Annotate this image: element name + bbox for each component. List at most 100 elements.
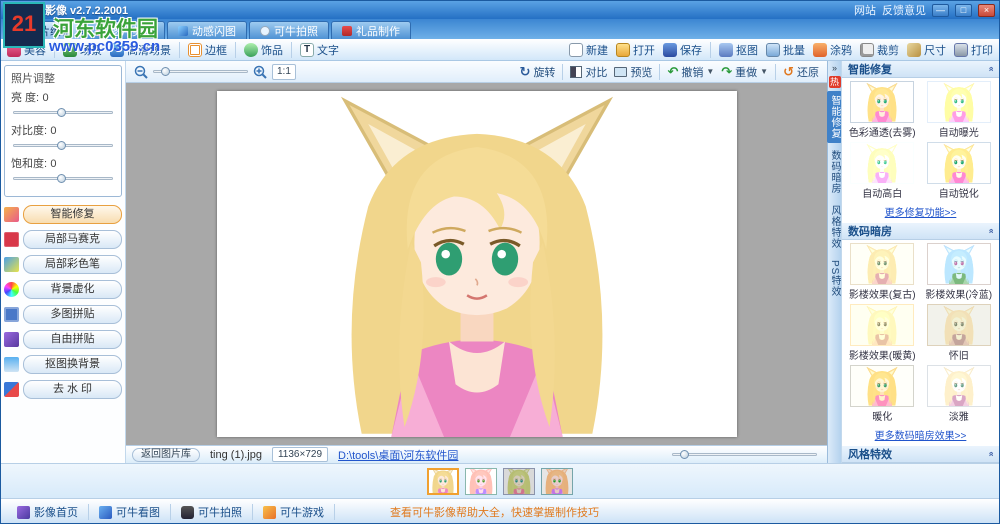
feedback-link[interactable]: 反馈意见 [882, 2, 926, 18]
games-link[interactable]: 可牛游戏 [253, 504, 335, 520]
undo-dropdown-icon[interactable]: ▼ [706, 67, 714, 76]
background-blur-button[interactable]: 背景虚化 [23, 280, 122, 299]
minimize-button[interactable]: — [932, 4, 949, 17]
contrast-slider-thumb[interactable] [57, 141, 66, 150]
beauty-label: 美容 [24, 42, 46, 58]
filmstrip-thumbnail-1[interactable] [427, 468, 459, 495]
save-button[interactable]: 保存 [663, 42, 702, 58]
compare-label: 对比 [585, 64, 607, 80]
canvas[interactable] [126, 83, 827, 445]
side-tab-darkroom[interactable]: 数码暗房 [827, 146, 842, 198]
cutout-change-bg-button[interactable]: 抠图换背景 [23, 355, 122, 374]
print-button[interactable]: 打印 [954, 42, 993, 58]
open-button[interactable]: 打开 [616, 42, 655, 58]
filmstrip-thumbnail-2[interactable] [465, 468, 497, 495]
chevron-up-icon[interactable]: » [985, 66, 995, 71]
file-path-link[interactable]: D:\tools\桌面\河东软件园 [338, 447, 458, 463]
text-button[interactable]: T文字 [300, 42, 339, 58]
multi-collage-button[interactable]: 多图拼贴 [23, 305, 122, 324]
effect-auto-exposure[interactable]: 自动曝光 [921, 81, 998, 139]
more-repair-link[interactable]: 更多修复功能>> [842, 204, 999, 219]
zoom-slider-thumb[interactable] [161, 67, 170, 76]
smart-repair-button[interactable]: 智能修复 [23, 205, 122, 224]
effect-auto-sharpen[interactable]: 自动锐化 [921, 142, 998, 200]
collapse-panel-icon[interactable]: » [832, 63, 837, 73]
remove-watermark-button[interactable]: 去 水 印 [23, 380, 122, 399]
scene-button[interactable]: 场景 [63, 42, 102, 58]
side-tab-ps-effects[interactable]: PS特效 [827, 256, 842, 301]
home-link[interactable]: 影像首页 [7, 504, 89, 520]
tab-photo-edit[interactable]: 图片编辑 [3, 21, 83, 39]
effect-studio-warmyellow[interactable]: 影楼效果(暖黄) [844, 304, 921, 362]
filmstrip-thumbnail-4[interactable] [541, 468, 573, 495]
redo-button[interactable]: ↷重做▼ [721, 64, 768, 80]
effect-studio-coolblue[interactable]: 影楼效果(冷蓝) [921, 243, 998, 301]
frame-button[interactable]: 边框 [188, 42, 227, 58]
camera-app-link[interactable]: 可牛拍照 [171, 504, 253, 520]
more-darkroom-link[interactable]: 更多数码暗房效果>> [842, 427, 999, 442]
separator [710, 42, 711, 58]
flash-gif-icon [178, 26, 188, 36]
back-to-library-button[interactable]: 返回图片库 [132, 448, 200, 462]
tab-flash-gif[interactable]: 动感闪图 [167, 21, 247, 39]
local-mosaic-button[interactable]: 局部马赛克 [23, 230, 122, 249]
close-button[interactable]: × [978, 4, 995, 17]
effect-auto-whiten[interactable]: 自动高白 [844, 142, 921, 200]
new-button[interactable]: 新建 [569, 42, 608, 58]
effect-studio-retro[interactable]: 影楼效果(复古) [844, 243, 921, 301]
decoration-button[interactable]: 饰品 [244, 42, 283, 58]
zoom-slider[interactable] [153, 70, 248, 73]
restore-button[interactable]: ↺还原 [783, 64, 819, 80]
app-logo-icon [5, 4, 17, 16]
tab-photo-beauty[interactable]: 图片美容 [85, 21, 165, 39]
website-link[interactable]: 网站 [854, 2, 876, 18]
crop-button[interactable]: 裁剪 [860, 42, 899, 58]
effect-clear-haze[interactable]: 色彩通透(去雾) [844, 81, 921, 139]
help-tip-text[interactable]: 查看可牛影像帮助大全，快速掌握制作技巧 [390, 504, 599, 520]
compare-button[interactable]: 对比 [570, 64, 607, 80]
viewer-link[interactable]: 可牛看图 [89, 504, 171, 520]
local-color-pen-button[interactable]: 局部彩色笔 [23, 255, 122, 274]
hd-scene-button[interactable]: 高清场景 [110, 42, 171, 58]
filmstrip-slider[interactable] [672, 453, 817, 456]
rotate-icon: ↻ [520, 65, 531, 78]
side-tab-smart-repair[interactable]: 智能修复 [827, 91, 842, 143]
chevron-up-icon[interactable]: » [985, 451, 995, 456]
free-collage-button[interactable]: 自由拼贴 [23, 330, 122, 349]
batch-button[interactable]: 批量 [766, 42, 805, 58]
saturation-slider[interactable] [13, 177, 113, 180]
zoom-out-icon[interactable] [134, 65, 148, 79]
effect-thumbnail [850, 365, 914, 407]
redo-dropdown-icon[interactable]: ▼ [760, 67, 768, 76]
filmstrip-thumbnail-3[interactable] [503, 468, 535, 495]
maximize-button[interactable]: □ [955, 4, 972, 17]
batch-icon [766, 43, 780, 57]
doodle-button[interactable]: 涂鸦 [813, 42, 852, 58]
effect-label: 淡雅 [921, 408, 998, 423]
effect-label: 影楼效果(复古) [844, 286, 921, 301]
tab-gift-maker-label: 礼品制作 [356, 23, 400, 39]
tab-gift-maker[interactable]: 礼品制作 [331, 21, 411, 39]
resize-button[interactable]: 尺寸 [907, 42, 946, 58]
rotate-button[interactable]: ↻旋转 [520, 64, 556, 80]
undo-button[interactable]: ↶撤销▼ [667, 64, 714, 80]
chevron-up-icon[interactable]: » [985, 228, 995, 233]
effect-label: 自动曝光 [921, 124, 998, 139]
side-tab-style-effects[interactable]: 风格特效 [827, 201, 842, 253]
filmstrip-slider-thumb[interactable] [680, 450, 689, 459]
tab-photo-edit-label: 图片编辑 [28, 23, 72, 39]
beauty-button[interactable]: 美容 [7, 42, 46, 58]
zoom-ratio-button[interactable]: 1:1 [272, 64, 296, 80]
effect-elegant[interactable]: 淡雅 [921, 365, 998, 423]
contrast-slider[interactable] [13, 144, 113, 147]
preview-button[interactable]: 预览 [614, 64, 652, 80]
effect-label: 色彩通透(去雾) [844, 124, 921, 139]
effect-warm[interactable]: 暖化 [844, 365, 921, 423]
zoom-in-icon[interactable] [253, 65, 267, 79]
saturation-slider-thumb[interactable] [57, 174, 66, 183]
brightness-slider-thumb[interactable] [57, 108, 66, 117]
brightness-slider[interactable] [13, 111, 113, 114]
cutout-button[interactable]: 抠图 [719, 42, 758, 58]
tab-camera[interactable]: 可牛拍照 [249, 21, 329, 39]
effect-nostalgia[interactable]: 怀旧 [921, 304, 998, 362]
